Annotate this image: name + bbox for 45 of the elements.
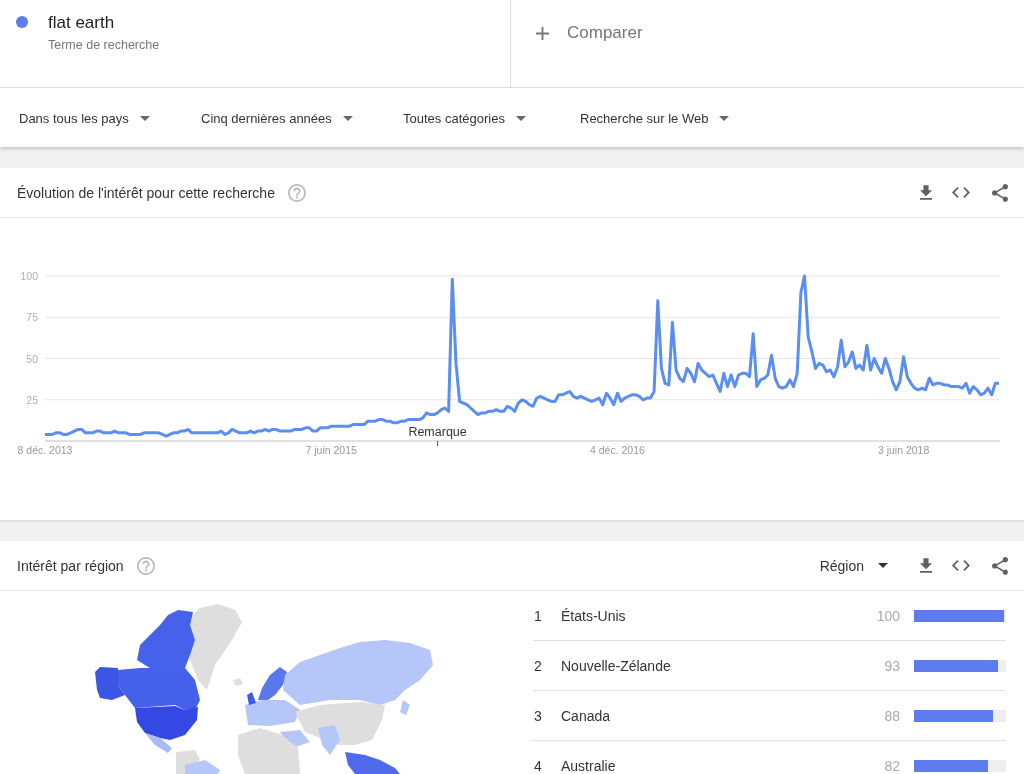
section-title: Évolution de l'intérêt pour cette recherche bbox=[17, 184, 275, 201]
x-axis-label: 3 juin 2018 bbox=[877, 444, 930, 456]
annotation-label[interactable]: Remarque bbox=[408, 425, 467, 439]
rank-number: 1 bbox=[533, 607, 543, 624]
x-axis-label: 8 déc. 2013 bbox=[17, 444, 73, 456]
caret-icon bbox=[139, 115, 150, 121]
region-score: 88 bbox=[884, 707, 900, 724]
y-axis-label: 50 bbox=[26, 352, 38, 365]
compare-button[interactable]: Comparer bbox=[536, 22, 643, 44]
filter-dropdown[interactable]: Cinq dernières années bbox=[201, 110, 353, 126]
share-icon[interactable] bbox=[992, 556, 1008, 575]
caret-icon bbox=[719, 115, 730, 121]
search-term[interactable]: flat earth bbox=[48, 13, 160, 33]
plus-icon bbox=[536, 26, 549, 40]
y-axis-label: 25 bbox=[26, 393, 38, 406]
y-axis-label: 100 bbox=[20, 270, 38, 282]
caret-icon bbox=[515, 115, 526, 121]
embed-code-icon[interactable] bbox=[952, 560, 970, 571]
rank-number: 3 bbox=[533, 707, 543, 724]
region-name[interactable]: Australie bbox=[561, 758, 885, 774]
download-icon[interactable] bbox=[920, 558, 932, 573]
y-axis-label: 75 bbox=[26, 311, 38, 324]
download-icon[interactable] bbox=[920, 185, 932, 200]
region-name[interactable]: États-Unis bbox=[561, 607, 877, 624]
x-axis-label: 4 déc. 2016 bbox=[589, 444, 645, 456]
region-name[interactable]: Nouvelle-Zélande bbox=[561, 657, 885, 674]
region-score: 82 bbox=[884, 758, 900, 774]
search-term-caption: Terme de recherche bbox=[48, 38, 160, 52]
region-score: 93 bbox=[884, 657, 900, 674]
annotation-tick bbox=[437, 440, 439, 447]
filter-dropdown[interactable]: Recherche sur le Web bbox=[580, 110, 730, 126]
rank-number: 4 bbox=[533, 758, 543, 774]
region-score: 100 bbox=[876, 607, 900, 624]
rank-number: 2 bbox=[533, 657, 543, 674]
filter-dropdown[interactable]: Dans tous les pays bbox=[19, 110, 150, 126]
series-dot-icon bbox=[16, 16, 28, 28]
region-name[interactable]: Canada bbox=[561, 707, 885, 724]
caret-icon bbox=[342, 115, 353, 121]
resolution-dropdown[interactable]: Région bbox=[819, 557, 888, 574]
share-icon[interactable] bbox=[992, 183, 1008, 202]
caret-icon bbox=[878, 563, 888, 568]
x-axis-label: 7 juin 2015 bbox=[305, 444, 357, 456]
section-title: Intérêt par région bbox=[17, 557, 124, 574]
embed-code-icon[interactable] bbox=[952, 187, 970, 198]
filter-dropdown[interactable]: Toutes catégories bbox=[403, 110, 526, 126]
